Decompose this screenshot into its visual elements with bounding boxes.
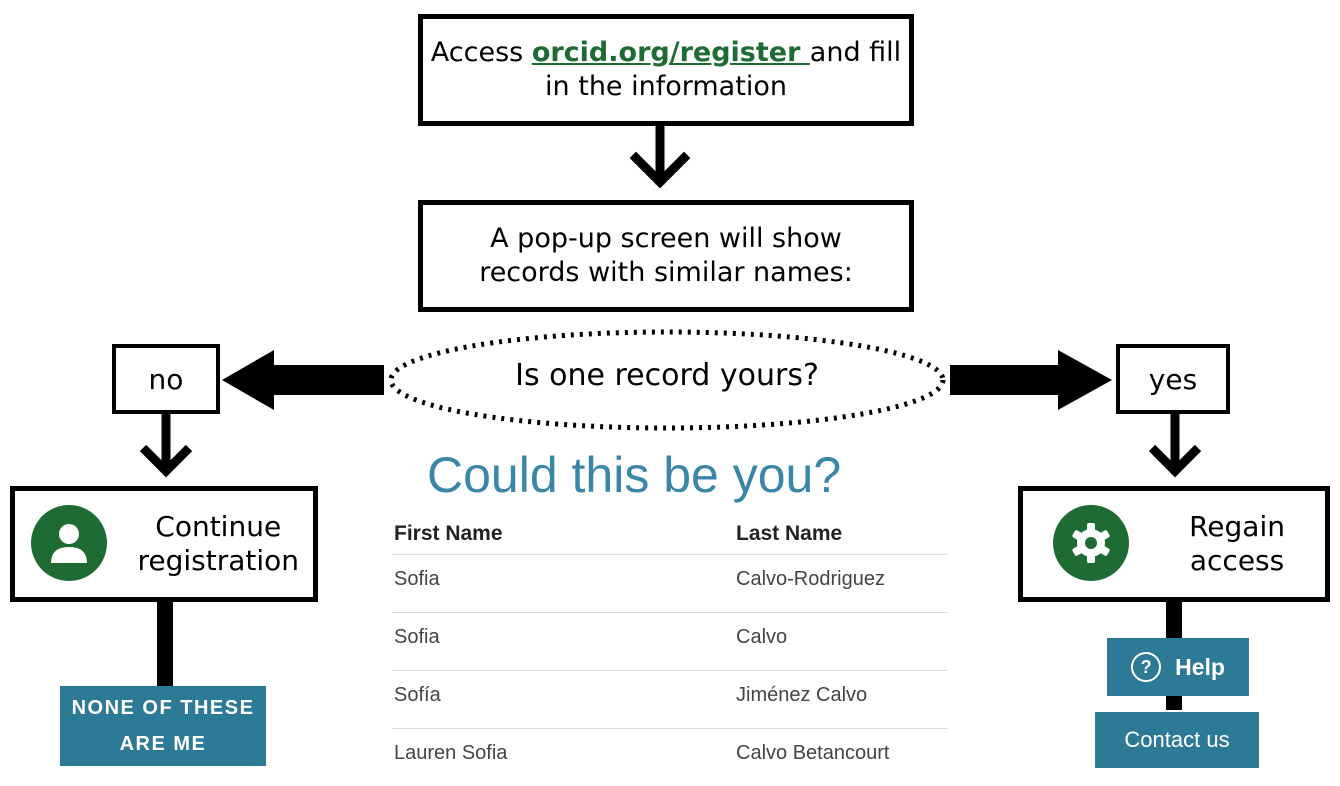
records-table: First Name Last Name Sofia Calvo-Rodrigu…	[392, 512, 948, 772]
person-icon	[31, 505, 107, 581]
contact-us-button[interactable]: Contact us	[1095, 712, 1259, 768]
column-header-last-name: Last Name	[736, 522, 843, 545]
last-name-cell: Jiménez Calvo	[736, 684, 868, 706]
contact-label: Contact us	[1124, 727, 1230, 752]
right-arrow-head	[1058, 350, 1112, 410]
continue-line2: registration	[137, 544, 299, 577]
left-arrow-head	[222, 350, 274, 410]
down-arrow-1	[629, 123, 691, 189]
popup-line1: A pop-up screen will show	[490, 223, 842, 254]
first-name-cell: Lauren Sofia	[394, 742, 508, 764]
help-button[interactable]: ? Help	[1107, 638, 1249, 696]
down-arrow-no	[139, 410, 193, 478]
down-arrow-yes	[1148, 410, 1202, 478]
question-text: Is one record yours?	[515, 358, 819, 393]
access-prefix: Access	[430, 37, 532, 68]
last-name-cell: Calvo-Rodriguez	[736, 568, 885, 590]
access-line2: in the information	[545, 71, 787, 102]
table-row[interactable]: Sofia Calvo	[392, 612, 948, 671]
regain-line1: Regain	[1189, 510, 1285, 543]
none-line2: ARE ME	[119, 733, 207, 755]
table-row[interactable]: Lauren Sofia Calvo Betancourt	[392, 728, 948, 786]
register-link[interactable]: orcid.org/register	[532, 37, 810, 68]
none-of-these-button[interactable]: NONE OF THESE ARE ME	[60, 686, 266, 766]
help-label: Help	[1175, 653, 1225, 680]
help-icon: ?	[1131, 652, 1162, 682]
first-name-cell: Sofia	[394, 626, 440, 648]
column-header-first-name: First Name	[394, 522, 503, 545]
no-label: no	[112, 344, 220, 414]
continue-line1: Continue	[155, 510, 282, 543]
continue-registration-box: Continue registration	[10, 486, 318, 602]
yes-label: yes	[1116, 344, 1230, 414]
popup-line2: records with similar names:	[479, 257, 853, 288]
access-step-box: Access orcid.org/register and fill in th…	[418, 14, 914, 126]
gear-icon	[1053, 505, 1129, 581]
last-name-cell: Calvo Betancourt	[736, 742, 890, 764]
none-line1: NONE OF THESE	[71, 697, 255, 719]
access-suffix: and fill	[809, 37, 902, 68]
first-name-cell: Sofía	[394, 684, 441, 706]
table-row[interactable]: Sofía Jiménez Calvo	[392, 670, 948, 729]
dialog-title: Could this be you?	[427, 447, 842, 503]
first-name-cell: Sofia	[394, 568, 440, 590]
right-arrow-shaft	[950, 365, 1060, 395]
table-header-row: First Name Last Name	[392, 512, 948, 555]
stem-left	[157, 600, 173, 690]
regain-line2: access	[1189, 544, 1285, 577]
regain-access-box: Regain access	[1018, 486, 1330, 602]
last-name-cell: Calvo	[736, 626, 788, 648]
popup-step-box: A pop-up screen will show records with s…	[418, 200, 914, 312]
table-row[interactable]: Sofia Calvo-Rodriguez	[392, 554, 948, 613]
left-arrow-shaft	[272, 365, 384, 395]
